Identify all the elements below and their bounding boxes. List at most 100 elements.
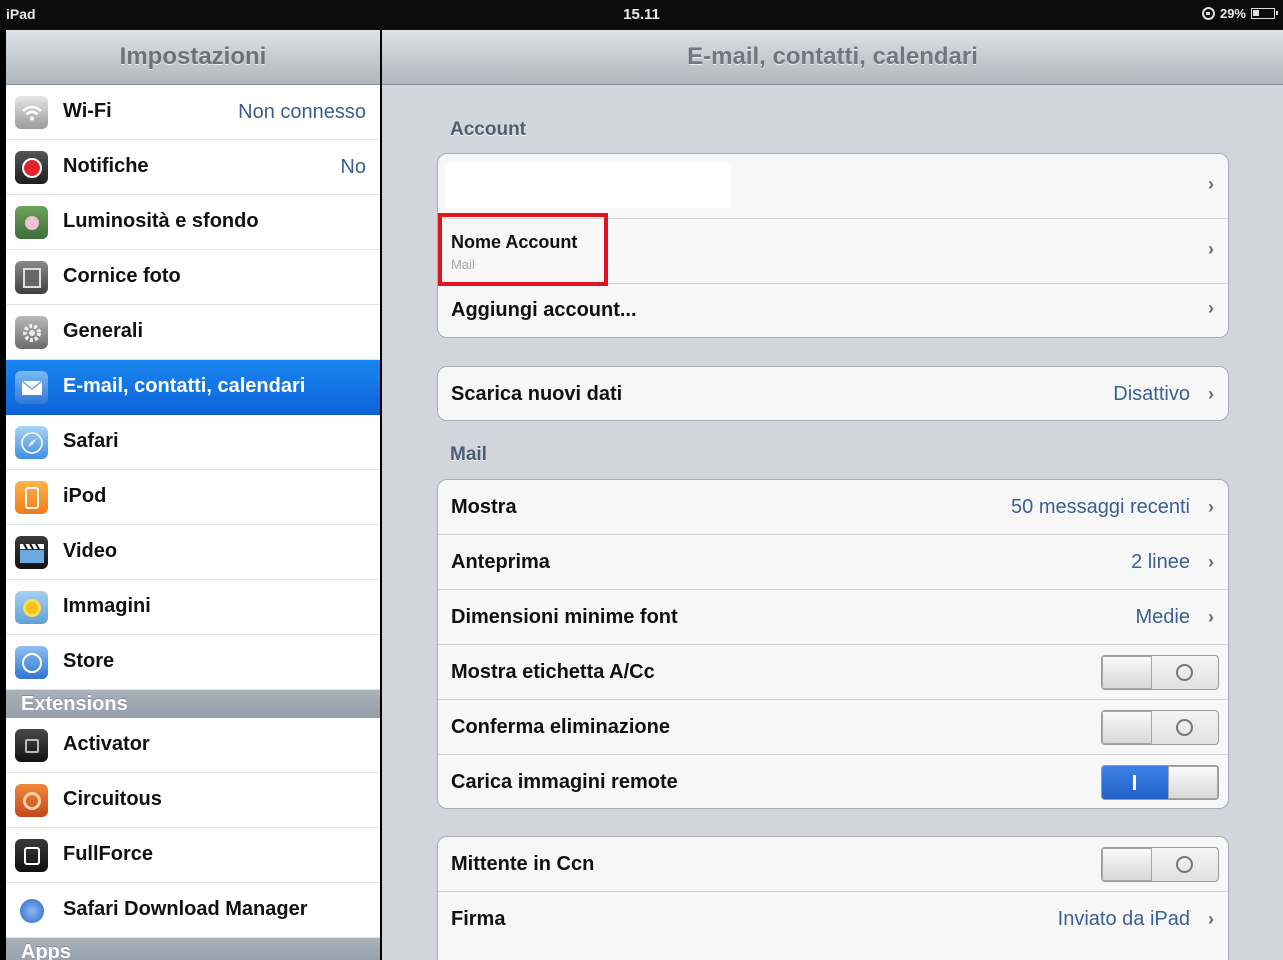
row-label: Dimensioni minime font	[451, 606, 678, 628]
chevron-right-icon: ›	[1208, 239, 1214, 259]
fetch-value: Disattivo	[1113, 383, 1190, 405]
circuitous-icon	[15, 784, 48, 817]
fetch-label: Scarica nuovi dati	[451, 383, 623, 405]
brightness-wallpaper-icon	[15, 206, 48, 239]
add-account-row[interactable]: Aggiungi account... ›	[438, 284, 1228, 337]
ipod-icon	[15, 481, 48, 514]
sidebar-item-luminosita[interactable]: Luminosità e sfondo	[6, 195, 380, 250]
sidebar-item-wifi[interactable]: Wi-Fi Non connesso	[6, 85, 380, 140]
show-cc-toggle[interactable]	[1101, 655, 1219, 690]
account-type: Mail	[451, 257, 475, 272]
row-label: Conferma eliminazione	[451, 716, 670, 738]
sidebar-item-activator[interactable]: Activator	[6, 718, 380, 773]
sunflower-photos-icon	[15, 591, 48, 624]
sidebar-item-safari[interactable]: Safari	[6, 415, 380, 470]
sidebar-item-label: E-mail, contatti, calendari	[63, 375, 306, 397]
chevron-right-icon: ›	[1208, 607, 1214, 627]
battery-percent: 29%	[1219, 6, 1246, 21]
mail-icon	[15, 371, 48, 404]
row-label: Mostra etichetta A/Cc	[451, 661, 655, 683]
sidebar-item-label: Luminosità e sfondo	[63, 210, 259, 232]
row-label: Mostra	[451, 496, 517, 518]
sidebar-item-label: iPod	[63, 485, 107, 507]
sidebar-title: Impostazioni	[6, 30, 380, 85]
section-header-mail: Mail	[450, 444, 487, 465]
sidebar-item-label: Store	[63, 650, 115, 672]
battery-icon	[1251, 8, 1278, 19]
sidebar-item-label: Wi-Fi	[63, 100, 112, 122]
picture-frame-icon	[15, 261, 48, 294]
activator-icon	[15, 729, 48, 762]
fetch-row[interactable]: Scarica nuovi dati Disattivo ›	[438, 367, 1228, 420]
row-value: 2 linee	[1131, 551, 1190, 573]
section-header-account: Account	[450, 119, 526, 140]
chevron-right-icon: ›	[1208, 298, 1214, 318]
sidebar-item-generali[interactable]: Generali	[6, 305, 380, 360]
sidebar-item-label: Notifiche	[63, 155, 149, 177]
row-label: Anteprima	[451, 551, 550, 573]
sidebar-item-label: Safari	[63, 430, 119, 452]
sidebar-item-label: Video	[63, 540, 118, 562]
sidebar-item-mail[interactable]: E-mail, contatti, calendari	[6, 360, 380, 415]
mail-row-anteprima[interactable]: Anteprima 2 linee ›	[438, 535, 1228, 590]
store-icon	[15, 646, 48, 679]
load-images-toggle[interactable]	[1101, 765, 1219, 800]
rotation-lock-icon	[1201, 7, 1215, 20]
sidebar-item-download-manager[interactable]: Safari Download Manager	[6, 883, 380, 938]
sidebar-item-label: Cornice foto	[63, 265, 181, 287]
sidebar-item-label: Immagini	[63, 595, 151, 617]
status-bar: iPad 15.11 29%	[0, 0, 1283, 30]
sidebar-item-store[interactable]: Store	[6, 635, 380, 690]
sidebar-item-circuitous[interactable]: Circuitous	[6, 773, 380, 828]
row-label: Firma	[451, 908, 506, 930]
sidebar-item-video[interactable]: Video	[6, 525, 380, 580]
signature-row[interactable]: Firma Inviato da iPad ›	[438, 892, 1228, 947]
section-header-extensions: Extensions	[6, 690, 380, 718]
fetch-group: Scarica nuovi dati Disattivo ›	[437, 366, 1229, 421]
account-row-redacted[interactable]: ›	[438, 154, 1228, 219]
safari-compass-icon	[15, 426, 48, 459]
detail-pane: E-mail, contatti, calendari Account › No…	[382, 30, 1283, 960]
row-value: Inviato da iPad	[1057, 908, 1190, 930]
chevron-right-icon: ›	[1208, 909, 1214, 929]
gear-icon	[15, 316, 48, 349]
sidebar-item-cornice[interactable]: Cornice foto	[6, 250, 380, 305]
row-label: Carica immagini remote	[451, 771, 678, 793]
notifications-icon	[15, 151, 48, 184]
row-label: Mittente in Ccn	[451, 853, 595, 875]
account-name: Nome Account	[451, 232, 578, 252]
sidebar-item-value: Non connesso	[238, 101, 366, 123]
fullforce-icon	[15, 839, 48, 872]
sidebar-item-immagini[interactable]: Immagini	[6, 580, 380, 635]
chevron-right-icon: ›	[1208, 174, 1214, 194]
sidebar-item-ipod[interactable]: iPod	[6, 470, 380, 525]
mail-row-load-images: Carica immagini remote	[438, 755, 1228, 808]
redacted-account	[445, 162, 731, 208]
bcc-signature-group: Mittente in Ccn Firma Inviato da iPad ›	[437, 836, 1229, 960]
chevron-right-icon: ›	[1208, 384, 1214, 404]
bcc-row: Mittente in Ccn	[438, 837, 1228, 892]
sidebar-item-label: Activator	[63, 733, 150, 755]
chevron-right-icon: ›	[1208, 497, 1214, 517]
sidebar-item-label: FullForce	[63, 843, 154, 865]
add-account-label: Aggiungi account...	[451, 299, 637, 321]
sidebar-item-fullforce[interactable]: FullForce	[6, 828, 380, 883]
account-row-nome[interactable]: Nome Account Mail ›	[438, 219, 1228, 284]
row-value: 50 messaggi recenti	[1011, 496, 1190, 518]
settings-sidebar: Impostazioni Wi-Fi Non connesso Notifich…	[6, 30, 380, 960]
mail-row-show-cc: Mostra etichetta A/Cc	[438, 645, 1228, 700]
bcc-toggle[interactable]	[1101, 847, 1219, 882]
video-clapper-icon	[15, 536, 48, 569]
clock: 15.11	[623, 6, 660, 23]
mail-row-mostra[interactable]: Mostra 50 messaggi recenti ›	[438, 480, 1228, 535]
sidebar-item-notifiche[interactable]: Notifiche No	[6, 140, 380, 195]
sidebar-item-value: No	[340, 156, 366, 178]
sidebar-item-label: Generali	[63, 320, 144, 342]
confirm-delete-toggle[interactable]	[1101, 710, 1219, 745]
mail-row-font-size[interactable]: Dimensioni minime font Medie ›	[438, 590, 1228, 645]
status-right: 29%	[1201, 6, 1278, 21]
account-group: › Nome Account Mail › Aggiungi account..…	[437, 153, 1229, 338]
mail-row-confirm-delete: Conferma eliminazione	[438, 700, 1228, 755]
sidebar-item-label: Safari Download Manager	[63, 898, 308, 920]
detail-title: E-mail, contatti, calendari	[382, 30, 1283, 85]
